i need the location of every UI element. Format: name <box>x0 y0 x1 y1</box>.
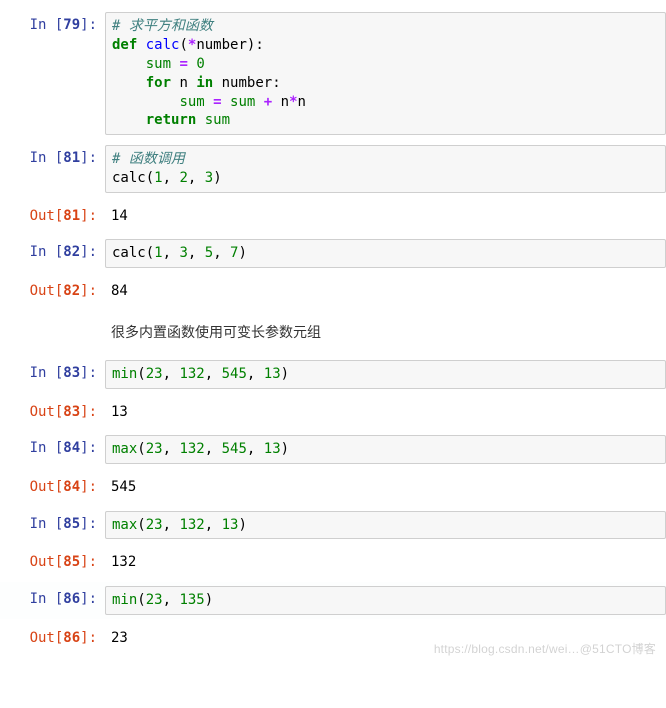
input-prompt: In [85]: <box>0 511 105 540</box>
code-editor[interactable]: # 函数调用 calc(1, 2, 3) <box>105 145 666 193</box>
notebook-container: In [79]: # 求平方和函数 def calc(*number): sum… <box>0 8 666 655</box>
input-prompt: In [81]: <box>0 145 105 193</box>
code-cell-output: Out[85]: 132 <box>0 545 666 579</box>
code-cell-input[interactable]: In [81]: # 函数调用 calc(1, 2, 3) <box>0 141 666 197</box>
output-text: 132 <box>105 549 666 575</box>
output-prompt: Out[86]: <box>0 625 105 651</box>
code-cell-input[interactable]: In [85]: max(23, 132, 13) <box>0 507 666 544</box>
code-editor[interactable]: min(23, 132, 545, 13) <box>105 360 666 389</box>
input-prompt: In [86]: <box>0 586 105 615</box>
input-prompt: In [82]: <box>0 239 105 268</box>
code-cell-input[interactable]: In [86]: min(23, 135) <box>0 582 666 619</box>
output-prompt: Out[81]: <box>0 203 105 229</box>
code-cell-output: Out[83]: 13 <box>0 395 666 429</box>
output-text: 84 <box>105 278 666 304</box>
output-prompt: Out[83]: <box>0 399 105 425</box>
output-text: 545 <box>105 474 666 500</box>
output-prompt: Out[84]: <box>0 474 105 500</box>
code-editor[interactable]: # 求平方和函数 def calc(*number): sum = 0 for … <box>105 12 666 135</box>
markdown-cell[interactable]: 很多内置函数使用可变长参数元组 <box>0 310 666 354</box>
input-prompt: In [79]: <box>0 12 105 135</box>
output-text: 14 <box>105 203 666 229</box>
code-editor[interactable]: max(23, 132, 13) <box>105 511 666 540</box>
code-cell-output: Out[82]: 84 <box>0 274 666 308</box>
output-prompt: Out[82]: <box>0 278 105 304</box>
code-cell-input[interactable]: In [82]: calc(1, 3, 5, 7) <box>0 235 666 272</box>
output-prompt: Out[85]: <box>0 549 105 575</box>
output-text: 13 <box>105 399 666 425</box>
empty-prompt <box>0 314 105 350</box>
code-cell-input[interactable]: In [83]: min(23, 132, 545, 13) <box>0 356 666 393</box>
code-editor[interactable]: max(23, 132, 545, 13) <box>105 435 666 464</box>
code-editor[interactable]: calc(1, 3, 5, 7) <box>105 239 666 268</box>
code-cell-output: Out[84]: 545 <box>0 470 666 504</box>
input-prompt: In [84]: <box>0 435 105 464</box>
watermark-text: https://blog.csdn.net/wei…@51CTO博客 <box>434 640 656 657</box>
markdown-text: 很多内置函数使用可变长参数元组 <box>105 314 666 350</box>
input-prompt: In [83]: <box>0 360 105 389</box>
code-cell-output: Out[81]: 14 <box>0 199 666 233</box>
code-cell-input[interactable]: In [84]: max(23, 132, 545, 13) <box>0 431 666 468</box>
code-editor[interactable]: min(23, 135) <box>105 586 666 615</box>
code-cell-input[interactable]: In [79]: # 求平方和函数 def calc(*number): sum… <box>0 8 666 139</box>
